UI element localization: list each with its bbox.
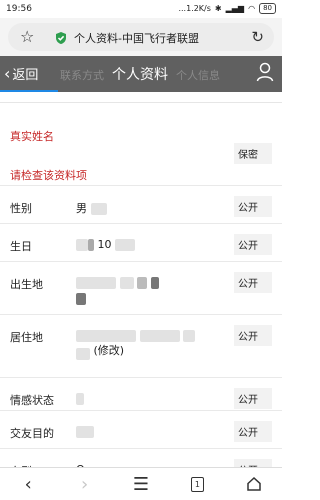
row-label: 居住地	[10, 331, 43, 344]
tab-contact[interactable]: 联系方式	[60, 67, 104, 83]
tabs-button[interactable]: 1	[179, 470, 215, 498]
edit-link[interactable]: (修改)	[94, 344, 125, 357]
row-value[interactable]	[76, 425, 94, 438]
row-value[interactable]	[76, 276, 216, 305]
status-icons: ...1.2K/s ✱ ▂▄▆ ◠ 80	[178, 3, 276, 14]
privacy-select[interactable]: 公开	[234, 421, 272, 442]
browser-toolbar: ☆ 个人资料-中国飞行者联盟 ↻	[0, 18, 282, 56]
privacy-select[interactable]: 公开	[234, 234, 272, 255]
row-dating-purpose[interactable]: 交友目的 公开	[0, 410, 282, 448]
row-label: 生日	[10, 240, 32, 253]
row-value[interactable]	[76, 392, 84, 405]
row-value[interactable]: (修改)	[76, 329, 221, 360]
back-arrow-icon[interactable]: ‹	[10, 470, 46, 498]
tab-count-icon: 1	[190, 476, 204, 492]
tab-personal-info[interactable]: 个人信息	[176, 67, 220, 83]
signal-icon: ▂▄▆	[225, 4, 245, 13]
wifi-icon: ◠	[248, 4, 256, 13]
battery-icon: 80	[259, 3, 276, 14]
browser-bottom-bar: ‹ › ☰ 1	[0, 467, 282, 500]
row-residence[interactable]: 居住地 (修改) 公开	[0, 314, 282, 377]
menu-icon[interactable]: ☰	[123, 470, 159, 498]
status-time: 19:56	[6, 4, 32, 14]
secure-shield-icon[interactable]	[54, 30, 68, 49]
profile-form: 真实姓名 保密 请检查该资料项 性别 男 公开 生日 10 公开 出生地 公开 …	[0, 92, 282, 480]
privacy-select[interactable]: 公开	[234, 272, 272, 293]
home-icon[interactable]	[236, 470, 272, 498]
page-title[interactable]: 个人资料-中国飞行者联盟	[74, 30, 199, 46]
row-label: 情感状态	[10, 394, 54, 407]
user-icon[interactable]	[256, 62, 274, 86]
chevron-left-icon: ‹	[4, 64, 11, 83]
row-birthday[interactable]: 生日 10 公开	[0, 223, 282, 261]
privacy-select[interactable]: 公开	[234, 196, 272, 217]
row-label: 性别	[10, 202, 32, 215]
header-title: 个人资料	[112, 67, 168, 83]
back-button[interactable]: ‹ 返回	[4, 64, 38, 83]
row-label: 交友目的	[10, 427, 54, 440]
network-speed: ...1.2K/s	[178, 4, 211, 13]
status-bar: 19:56 ...1.2K/s ✱ ▂▄▆ ◠ 80	[0, 0, 282, 18]
row-label: 出生地	[10, 278, 43, 291]
back-label: 返回	[12, 68, 39, 83]
real-name-label: 真实姓名	[10, 130, 54, 143]
reload-icon[interactable]: ↻	[251, 28, 264, 46]
row-value[interactable]: 10	[76, 238, 135, 251]
forward-arrow-icon[interactable]: ›	[67, 470, 103, 498]
address-bar[interactable]: ☆ 个人资料-中国飞行者联盟 ↻	[8, 23, 274, 51]
error-message: 请检查该资料项	[10, 169, 87, 182]
row-value[interactable]: 男	[76, 200, 107, 216]
privacy-select[interactable]: 公开	[234, 388, 272, 409]
bookmark-star-icon[interactable]: ☆	[20, 29, 34, 45]
real-name-section: 真实姓名 保密 请检查该资料项	[0, 103, 282, 185]
app-header: 联系方式 个人信息 ‹ 返回 个人资料	[0, 56, 282, 92]
privacy-select[interactable]: 公开	[234, 325, 272, 346]
real-name-privacy-select[interactable]: 保密	[234, 143, 272, 164]
row-gender[interactable]: 性别 男 公开	[0, 185, 282, 223]
bluetooth-icon: ✱	[214, 4, 222, 13]
row-relationship[interactable]: 情感状态 公开	[0, 377, 282, 410]
row-birthplace[interactable]: 出生地 公开	[0, 261, 282, 314]
